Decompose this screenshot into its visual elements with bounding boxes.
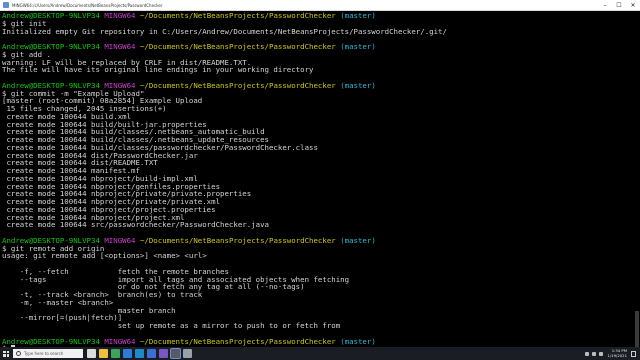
terminal-output[interactable]: Andrew@DESKTOP-9NLVP34 MINGW64 ~/Documen… bbox=[0, 11, 634, 347]
prompt-branch: (master) bbox=[340, 235, 376, 245]
taskbar-pinned-apps bbox=[87, 348, 195, 359]
chevron-up-icon[interactable] bbox=[584, 351, 589, 356]
search-placeholder: Type here to search bbox=[24, 351, 64, 356]
prompt-shell: MINGW64 bbox=[104, 235, 136, 245]
prompt-user-host: Andrew@DESKTOP-9NLVP34 bbox=[2, 336, 100, 346]
taskbar-search-box[interactable]: Type here to search bbox=[13, 349, 83, 358]
prompt-shell: MINGW64 bbox=[104, 11, 136, 20]
prompt-shell: MINGW64 bbox=[104, 336, 136, 346]
close-button[interactable]: ✕ bbox=[626, 0, 640, 10]
output-line: The file will have its original line end… bbox=[2, 65, 314, 75]
mail-icon[interactable] bbox=[147, 349, 156, 358]
prompt-line: Andrew@DESKTOP-9NLVP34 MINGW64 ~/Documen… bbox=[2, 336, 634, 346]
volume-icon[interactable] bbox=[598, 351, 603, 356]
output-line: Initialized empty Git repository in C:/U… bbox=[2, 26, 447, 36]
minimize-button[interactable]: – bbox=[598, 0, 612, 10]
prompt-branch: (master) bbox=[340, 336, 376, 346]
git-bash-icon[interactable] bbox=[170, 348, 181, 359]
clock-date: 1/19/2021 bbox=[607, 352, 627, 358]
system-tray: 1:34 PM 1/19/2021 bbox=[584, 348, 640, 358]
prompt-path: ~/Documents/NetBeansProjects/PasswordChe… bbox=[139, 336, 336, 346]
notification-icon[interactable] bbox=[631, 350, 636, 357]
taskbar: Type here to search 1:34 PM 1/19/2021 bbox=[0, 347, 640, 360]
prompt-path: ~/Documents/NetBeansProjects/PasswordChe… bbox=[139, 80, 336, 90]
output-line: set up remote as a mirror to push to or … bbox=[2, 321, 341, 330]
explorer-icon[interactable] bbox=[99, 349, 108, 358]
chrome-icon[interactable] bbox=[111, 349, 120, 358]
prompt-line: Andrew@DESKTOP-9NLVP34 MINGW64 ~/Documen… bbox=[2, 43, 634, 51]
window-titlebar[interactable]: MINGW64:/c/Users/Andrew/Documents/NetBea… bbox=[0, 0, 640, 11]
network-icon[interactable] bbox=[591, 351, 596, 356]
prompt-path: ~/Documents/NetBeansProjects/PasswordChe… bbox=[139, 235, 336, 245]
taskbar-clock[interactable]: 1:34 PM 1/19/2021 bbox=[607, 348, 627, 358]
prompt-branch: (master) bbox=[340, 80, 376, 90]
settings-icon[interactable] bbox=[183, 349, 192, 358]
output-line: usage: git remote add [<options>] <name>… bbox=[2, 251, 207, 261]
prompt-branch: (master) bbox=[340, 11, 376, 20]
search-icon bbox=[16, 351, 21, 356]
scrollbar-thumb[interactable] bbox=[635, 311, 639, 347]
task-view-icon[interactable] bbox=[87, 349, 96, 358]
prompt-path: ~/Documents/NetBeansProjects/PasswordChe… bbox=[139, 11, 336, 20]
store-icon[interactable] bbox=[159, 349, 168, 358]
output-line: create mode 100644 src/passwordchecker/P… bbox=[2, 220, 269, 230]
prompt-branch: (master) bbox=[340, 42, 376, 51]
window-title: MINGW64:/c/Users/Andrew/Documents/NetBea… bbox=[12, 2, 163, 8]
terminal-scrollbar[interactable] bbox=[634, 11, 640, 347]
edge-icon[interactable] bbox=[123, 349, 132, 358]
git-bash-icon bbox=[3, 2, 9, 8]
prompt-path: ~/Documents/NetBeansProjects/PasswordChe… bbox=[139, 42, 336, 51]
prompt-line: Andrew@DESKTOP-9NLVP34 MINGW64 ~/Documen… bbox=[2, 12, 634, 20]
prompt-shell: MINGW64 bbox=[104, 42, 136, 51]
windows-logo-icon bbox=[3, 350, 9, 357]
maximize-button[interactable]: ☐ bbox=[612, 0, 626, 10]
netbeans-icon[interactable] bbox=[135, 349, 144, 358]
start-button[interactable] bbox=[0, 347, 12, 360]
